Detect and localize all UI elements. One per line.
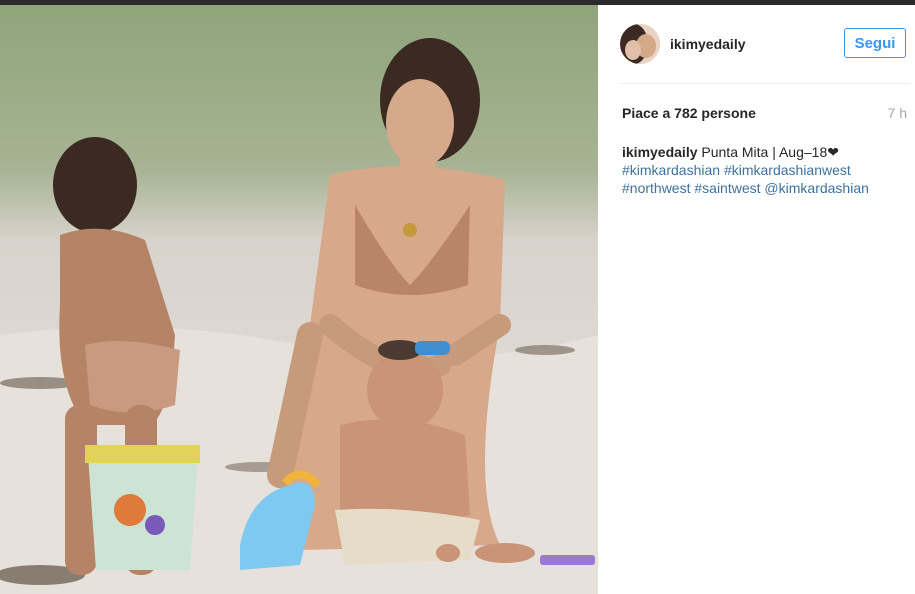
username-link[interactable]: ikimyedaily <box>670 36 746 52</box>
profile-photo-icon <box>620 24 660 64</box>
likes-count[interactable]: Piace a 782 persone <box>622 105 756 121</box>
hashtag-saintwest[interactable]: #saintwest <box>694 180 760 196</box>
beach-photo-illustration <box>0 5 598 594</box>
header-divider <box>620 83 910 84</box>
hashtag-kimkardashianwest[interactable]: #kimkardashianwest <box>724 162 851 178</box>
caption-username[interactable]: ikimyedaily <box>622 144 698 160</box>
mention-kimkardashian[interactable]: @kimkardashian <box>764 180 868 196</box>
post-timestamp[interactable]: 7 h <box>888 105 907 121</box>
post-header: ikimyedaily Segui <box>598 5 915 83</box>
hashtag-kimkardashian[interactable]: #kimkardashian <box>622 162 720 178</box>
caption-text: Punta Mita | Aug–18❤ <box>701 144 839 160</box>
follow-button[interactable]: Segui <box>844 28 906 58</box>
post-caption: ikimyedaily Punta Mita | Aug–18❤ #kimkar… <box>622 143 907 197</box>
post-sidebar: ikimyedaily Segui Piace a 782 persone 7 … <box>598 5 915 594</box>
post-photo[interactable] <box>0 5 598 594</box>
hashtag-northwest[interactable]: #northwest <box>622 180 690 196</box>
avatar[interactable] <box>620 24 660 64</box>
